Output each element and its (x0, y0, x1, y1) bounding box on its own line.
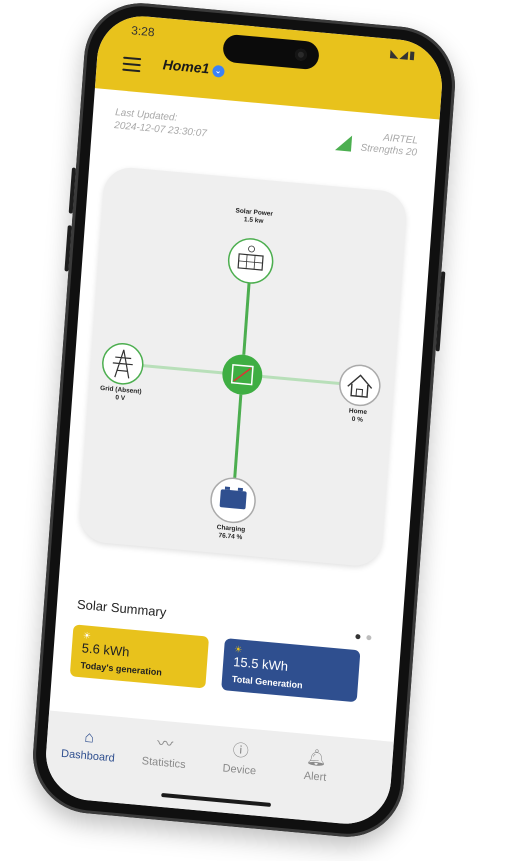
nav-statistics[interactable]: 〰 Statistics (125, 732, 203, 773)
hamburger-menu-icon[interactable] (122, 56, 142, 73)
solar-summary-title: Solar Summary (76, 596, 167, 620)
flow-line-solar (242, 282, 251, 355)
home-title: Home1 (162, 56, 210, 77)
volume-up-button (68, 167, 77, 214)
home-selector[interactable]: Home1 ⌄ (162, 56, 225, 78)
power-button (435, 271, 446, 352)
nav-device[interactable]: ⓘ Device (201, 739, 279, 780)
app-bar: 3:28 ◣◢▮ Home1 ⌄ (94, 12, 446, 120)
energy-flow-card: Solar Power 1.5 kw Grid (Absent) 0 V Hom… (77, 165, 409, 568)
pager-dot-2[interactable] (366, 634, 372, 641)
solar-panel-icon[interactable] (227, 237, 274, 285)
todays-generation-card[interactable]: ☀ 5.6 kWh Today's generation (69, 624, 210, 689)
battery-icon[interactable] (210, 476, 257, 524)
phone-frame: 3:28 ◣◢▮ Home1 ⌄ Last Updated: 2024-12-07… (29, 0, 459, 842)
pager-dots[interactable] (349, 625, 372, 645)
stage: 3:28 ◣◢▮ Home1 ⌄ Last Updated: 2024-12-07… (0, 0, 523, 861)
flow-line-grid (142, 364, 223, 375)
signal-icon (335, 134, 353, 152)
house-icon[interactable] (338, 364, 381, 408)
home-indicator[interactable] (161, 792, 272, 807)
last-updated: Last Updated: 2024-12-07 23:30:07 (114, 106, 208, 140)
screen: 3:28 ◣◢▮ Home1 ⌄ Last Updated: 2024-12-07… (42, 12, 446, 828)
volume-down-button (64, 225, 72, 272)
flow-line-home (262, 374, 341, 386)
bottom-nav: ⌂ Dashboard 〰 Statistics ⓘ Device 🔔︎ Ale… (42, 710, 394, 828)
camera-icon (294, 48, 308, 62)
total-generation-card[interactable]: ☀ 15.5 kWh Total Generation (221, 638, 361, 703)
transmission-tower-icon[interactable] (101, 342, 144, 386)
pager-dot-1[interactable] (355, 633, 361, 640)
chevron-down-icon[interactable]: ⌄ (211, 64, 225, 78)
status-time: 3:28 (130, 23, 156, 40)
status-icons: ◣◢▮ (389, 47, 417, 63)
dynamic-island (222, 33, 320, 71)
flow-line-battery (233, 394, 243, 479)
nav-alert[interactable]: 🔔︎ Alert (277, 745, 355, 786)
nav-dashboard[interactable]: ⌂ Dashboard (50, 725, 128, 766)
energy-flow-diagram (101, 237, 381, 524)
inverter-icon[interactable] (221, 353, 264, 397)
network-status: AIRTEL Strengths 20 (360, 131, 418, 160)
